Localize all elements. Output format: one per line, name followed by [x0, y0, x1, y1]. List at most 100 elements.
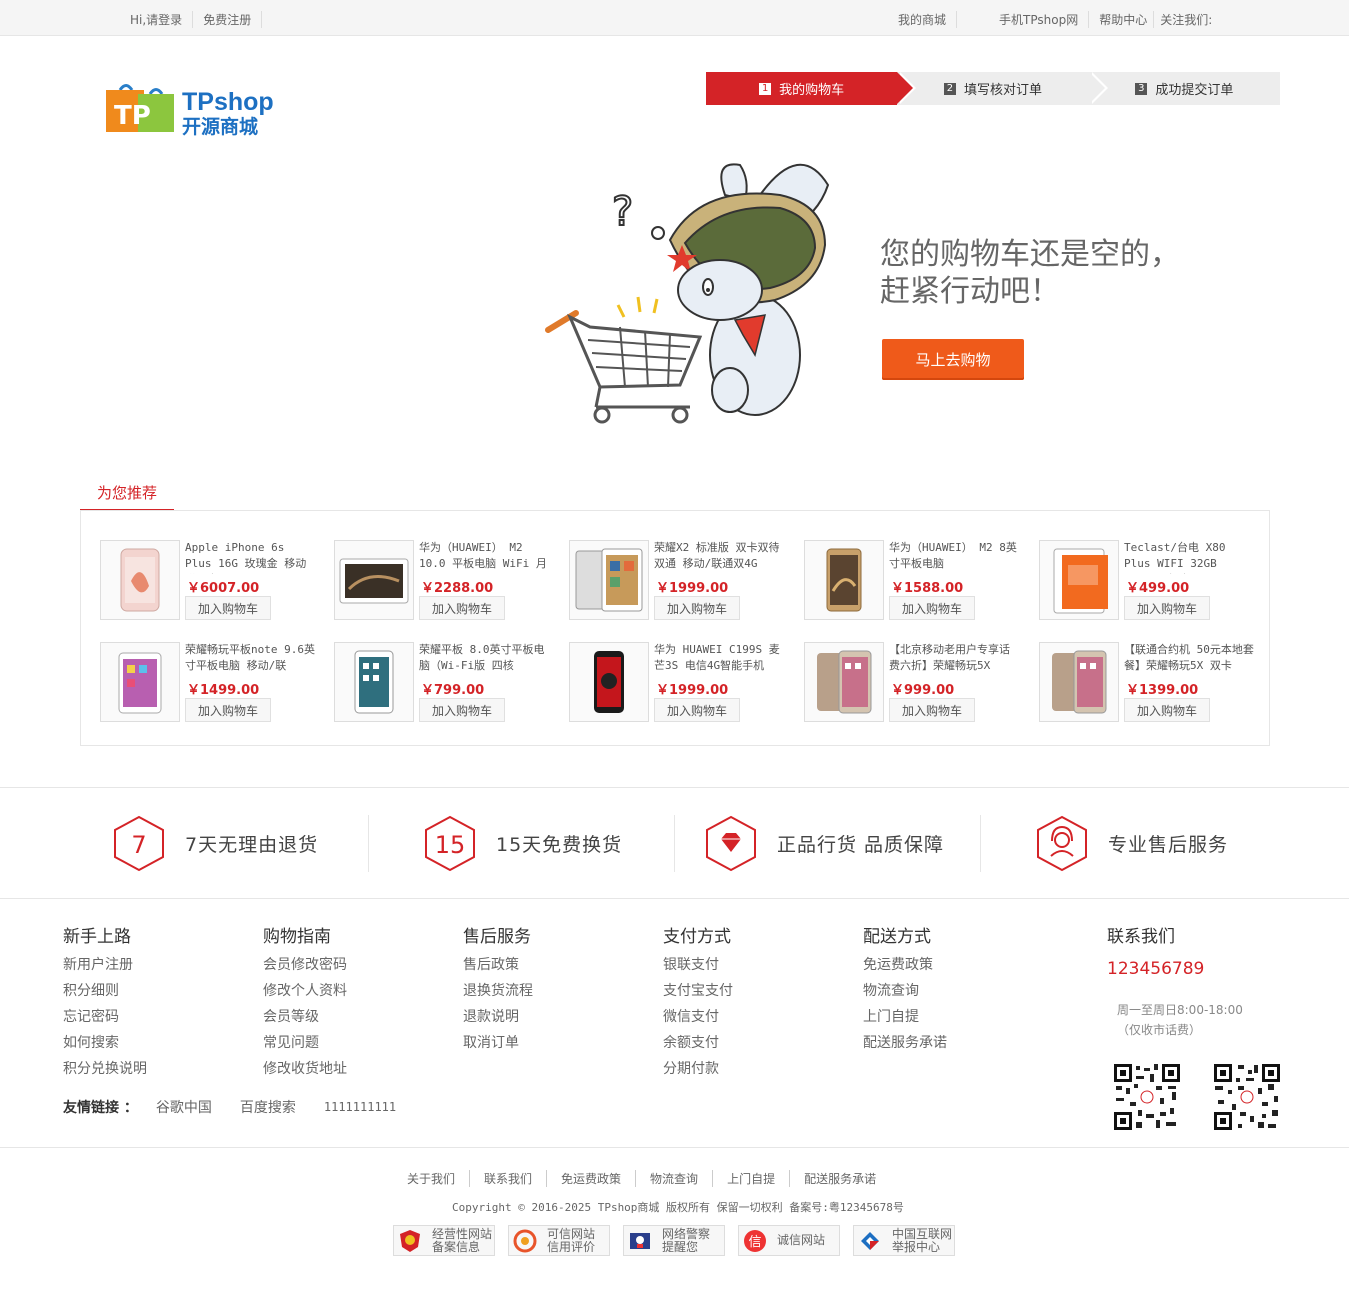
- recommend-tab[interactable]: 为您推荐: [80, 479, 174, 511]
- trusted-site-icon: [513, 1229, 537, 1252]
- site-logo[interactable]: TP TPshop 开源商城: [106, 80, 286, 138]
- add-to-cart-button[interactable]: 加入购物车: [889, 698, 975, 722]
- product-image[interactable]: [569, 540, 649, 620]
- contact-hours: 周一至周日8:00-18:00 （仅收市话费）: [1117, 1000, 1243, 1040]
- badge-line: 网络警察: [662, 1226, 711, 1241]
- service-promises: 7 7天无理由退货 15 15天免费换货 正品行货 品质保障 专业售后服务: [0, 787, 1349, 899]
- friend-link[interactable]: 谷歌中国: [156, 1097, 212, 1117]
- footer-link[interactable]: 物流查询: [863, 978, 947, 1004]
- badge-credit-site[interactable]: 信 诚信网站: [738, 1225, 840, 1256]
- product-image[interactable]: [804, 642, 884, 722]
- product-name[interactable]: 荣耀畅玩平板note 9.6英寸平板电脑 移动/联: [185, 642, 315, 676]
- friend-link[interactable]: 百度搜索: [240, 1097, 296, 1117]
- product-image[interactable]: [334, 642, 414, 722]
- footer-link[interactable]: 上门自提: [863, 1004, 947, 1030]
- badge-cyber-police[interactable]: 网络警察 提醒您: [623, 1225, 725, 1256]
- bottom-link[interactable]: 上门自提: [727, 1170, 791, 1187]
- footer-link[interactable]: 会员等级: [263, 1004, 347, 1030]
- add-to-cart-button[interactable]: 加入购物车: [419, 698, 505, 722]
- follow-us-link[interactable]: 关注我们:: [1160, 11, 1222, 28]
- service-genuine: 正品行货 品质保障: [705, 815, 944, 872]
- login-link[interactable]: Hi,请登录: [130, 11, 194, 28]
- help-center-link[interactable]: 帮助中心: [1099, 11, 1155, 28]
- cyber-police-icon: [630, 1232, 650, 1249]
- product-name[interactable]: 华为 HUAWEI C199S 麦芒3S 电信4G智能手机: [654, 642, 784, 676]
- svg-text:7: 7: [131, 831, 146, 859]
- step-confirm-order: 2 填写核对订单: [897, 72, 1108, 105]
- add-to-cart-button[interactable]: 加入购物车: [1124, 698, 1210, 722]
- product-name[interactable]: Teclast/台电 X80 Plus WIFI 32GB Win10平板电: [1124, 540, 1254, 574]
- footer-link[interactable]: 常见问题: [263, 1030, 347, 1056]
- footer-link[interactable]: 配送服务承诺: [863, 1030, 947, 1056]
- footer-link[interactable]: 修改个人资料: [263, 978, 347, 1004]
- product-name[interactable]: 华为（HUAWEI） M2 8英寸平板电脑: [889, 540, 1019, 574]
- product-image[interactable]: [804, 540, 884, 620]
- add-to-cart-button[interactable]: 加入购物车: [1124, 596, 1210, 620]
- product-name[interactable]: 华为（HUAWEI） M2 10.0 平板电脑 WiFi 月: [419, 540, 549, 574]
- footer-link[interactable]: 银联支付: [663, 952, 733, 978]
- footer-link[interactable]: 新用户注册: [63, 952, 147, 978]
- credit-site-icon: 信: [744, 1229, 766, 1252]
- footer-link[interactable]: 修改收货地址: [263, 1056, 347, 1082]
- product-price: ￥1999.00: [656, 683, 729, 698]
- service-text: 正品行货 品质保障: [777, 834, 945, 856]
- bottom-link[interactable]: 物流查询: [650, 1170, 714, 1187]
- footer-link[interactable]: 积分兑换说明: [63, 1056, 147, 1082]
- add-to-cart-button[interactable]: 加入购物车: [185, 698, 271, 722]
- my-mall-link[interactable]: 我的商城: [898, 11, 958, 28]
- footer-link[interactable]: 余额支付: [663, 1030, 733, 1056]
- product-name[interactable]: 荣耀X2 标准版 双卡双待双通 移动/联通双4G: [654, 540, 784, 574]
- footer-column-newbie: 新手上路 新用户注册 积分细则 忘记密码 如何搜索 积分兑换说明: [63, 922, 147, 1082]
- top-bar: Hi,请登录 免费注册 我的商城 手机TPshop网 帮助中心 关注我们:: [0, 0, 1349, 36]
- footer-link[interactable]: 售后政策: [463, 952, 533, 978]
- footer-link[interactable]: 取消订单: [463, 1030, 533, 1056]
- footer-link[interactable]: 退款说明: [463, 1004, 533, 1030]
- add-to-cart-button[interactable]: 加入购物车: [654, 698, 740, 722]
- badge-trusted-site[interactable]: 可信网站 信用评价: [508, 1225, 610, 1256]
- friend-link[interactable]: 1111111111: [324, 1100, 396, 1114]
- product-image[interactable]: [569, 642, 649, 722]
- register-link[interactable]: 免费注册: [203, 11, 263, 28]
- footer-link[interactable]: 支付宝支付: [663, 978, 733, 1004]
- bottom-link[interactable]: 免运费政策: [561, 1170, 637, 1187]
- product-name[interactable]: 荣耀平板 8.0英寸平板电脑（Wi-Fi版 四核: [419, 642, 549, 676]
- add-to-cart-button[interactable]: 加入购物车: [185, 596, 271, 620]
- bottom-link[interactable]: 关于我们: [407, 1170, 471, 1187]
- footer-link[interactable]: 会员修改密码: [263, 952, 347, 978]
- product-name[interactable]: 【联通合约机 50元本地套餐】荣耀畅玩5X 双卡: [1124, 642, 1254, 676]
- add-to-cart-button[interactable]: 加入购物车: [419, 596, 505, 620]
- product-image[interactable]: [1039, 540, 1119, 620]
- step-submit-order: 3 成功提交订单: [1088, 72, 1280, 105]
- mobile-site-link[interactable]: 手机TPshop网: [999, 11, 1090, 28]
- add-to-cart-button[interactable]: 加入购物车: [654, 596, 740, 620]
- footer-link[interactable]: 免运费政策: [863, 952, 947, 978]
- checkout-steps: 1 我的购物车 2 填写核对订单 3 成功提交订单: [706, 72, 1280, 105]
- product-name[interactable]: 【北京移动老用户专享话费六折】荣耀畅玩5X: [889, 642, 1019, 676]
- footer-column-title: 支付方式: [663, 927, 731, 947]
- product-image[interactable]: [1039, 642, 1119, 722]
- add-to-cart-button[interactable]: 加入购物车: [889, 596, 975, 620]
- footer-link[interactable]: 忘记密码: [63, 1004, 147, 1030]
- footer-link[interactable]: 积分细则: [63, 978, 147, 1004]
- footer-link[interactable]: 微信支付: [663, 1004, 733, 1030]
- footer-link[interactable]: 退换货流程: [463, 978, 533, 1004]
- go-shopping-button[interactable]: 马上去购物: [882, 339, 1024, 380]
- badge-business-record[interactable]: 经营性网站 备案信息: [393, 1225, 495, 1256]
- report-center-icon: [861, 1231, 879, 1250]
- product-card: 荣耀平板 8.0英寸平板电脑（Wi-Fi版 四核 ￥799.00 加入购物车: [334, 642, 559, 726]
- footer-column-title: 配送方式: [863, 927, 931, 947]
- bottom-link[interactable]: 配送服务承诺: [804, 1170, 890, 1187]
- footer-link[interactable]: 如何搜索: [63, 1030, 147, 1056]
- product-name[interactable]: Apple iPhone 6s Plus 16G 玫瑰金 移动联通电: [185, 540, 315, 574]
- badge-line: 提醒您: [662, 1239, 699, 1254]
- product-image[interactable]: [334, 540, 414, 620]
- bottom-link[interactable]: 联系我们: [484, 1170, 548, 1187]
- step-label: 填写核对订单: [963, 83, 1042, 98]
- product-image[interactable]: [100, 540, 180, 620]
- footer-link[interactable]: 分期付款: [663, 1056, 733, 1082]
- footer-column-title: 售后服务: [463, 927, 531, 947]
- exchange-15-days-icon: 15: [425, 815, 475, 872]
- badge-report-center[interactable]: 中国互联网 举报中心: [853, 1225, 955, 1256]
- footer-column-title: 联系我们: [1107, 927, 1175, 947]
- product-image[interactable]: [100, 642, 180, 722]
